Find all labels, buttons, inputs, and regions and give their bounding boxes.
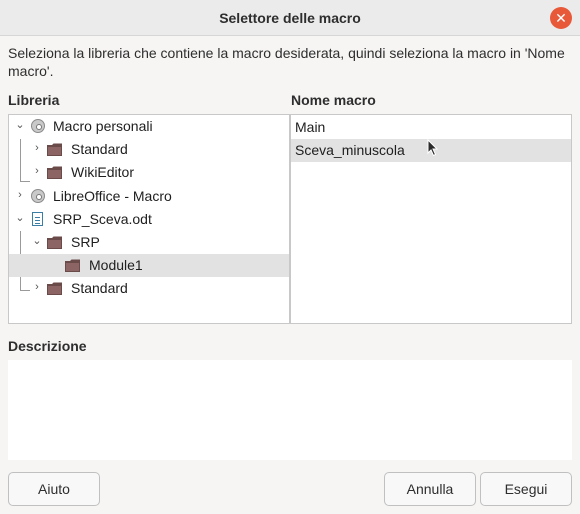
folder-icon [47,143,62,156]
tree-item-label: LibreOffice - Macro [53,188,172,204]
tree-item-macro-personali[interactable]: ⌄ Macro personali [9,115,289,138]
folder-icon [47,236,62,249]
chevron-right-icon[interactable]: › [31,281,43,293]
help-button[interactable]: Aiuto [8,472,100,506]
tree-item-standard[interactable]: › Standard [9,138,289,161]
chevron-down-icon[interactable]: ⌄ [14,212,26,224]
tree-item-label: Standard [71,280,128,296]
chevron-right-icon[interactable]: › [31,165,43,177]
tree-item-label: SRP [71,234,100,250]
description-area [8,360,572,460]
tree-item-libreoffice-macro[interactable]: › LibreOffice - Macro [9,185,289,208]
tree-item-label: Standard [71,141,128,157]
chevron-down-icon[interactable]: ⌄ [14,119,26,131]
tree-item-label: SRP_Sceva.odt [53,211,152,227]
tree-item-srp-sceva-odt[interactable]: ⌄ SRP_Sceva.odt [9,208,289,231]
description-label: Descrizione [8,338,87,354]
folder-icon [47,282,62,295]
tree-item-module1[interactable]: Module1 [9,254,289,277]
macro-name-label: Nome macro [291,92,376,108]
folder-icon [47,166,62,179]
macro-item-label: Main [295,119,326,135]
title-bar: Selettore delle macro ✕ [0,0,580,36]
tree-item-label: Macro personali [53,118,153,134]
disc-icon [31,119,45,133]
tree-item-label: WikiEditor [71,164,135,180]
tree-item-standard-document[interactable]: › Standard [9,277,289,300]
folder-icon [65,259,80,272]
chevron-down-icon[interactable]: ⌄ [31,235,43,247]
dialog-title: Selettore delle macro [219,10,361,26]
mouse-cursor-icon [427,139,439,157]
library-tree[interactable]: ⌄ Macro personali › Standard › WikiEdito… [8,114,290,324]
close-icon[interactable]: ✕ [550,7,572,29]
chevron-right-icon[interactable]: › [31,142,43,154]
tree-item-wikieditor[interactable]: › WikiEditor [9,161,289,184]
tree-item-srp[interactable]: ⌄ SRP [9,231,289,254]
cancel-button[interactable]: Annulla [384,472,476,506]
chevron-right-icon[interactable]: › [14,189,26,201]
run-button[interactable]: Esegui [480,472,572,506]
macro-item-label: Sceva_minuscola [295,142,405,158]
macro-item-main[interactable]: Main [291,116,571,139]
document-icon [32,212,43,226]
tree-item-label: Module1 [89,257,143,273]
disc-icon [31,189,45,203]
library-label: Libreria [8,92,60,108]
intro-text: Seleziona la libreria che contiene la ma… [8,45,565,79]
